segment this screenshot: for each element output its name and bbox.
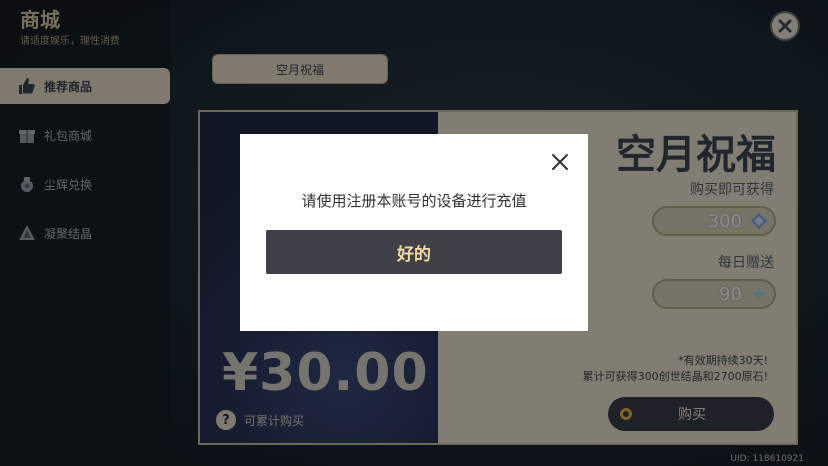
dialog-close-button[interactable] xyxy=(550,152,570,172)
dialog-message: 请使用注册本账号的设备进行充值 xyxy=(301,192,527,210)
recharge-dialog: 请使用注册本账号的设备进行充值 好的 xyxy=(240,134,588,331)
ok-button[interactable]: 好的 xyxy=(266,230,562,274)
